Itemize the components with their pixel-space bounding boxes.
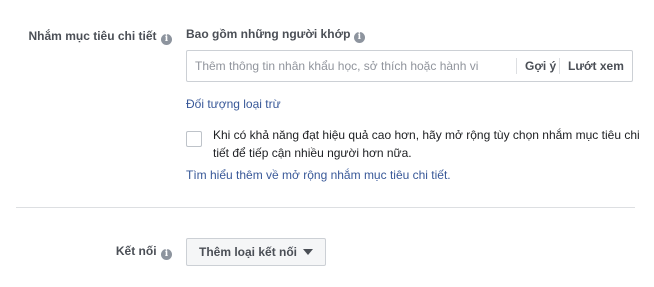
info-icon[interactable]: i: [353, 32, 365, 43]
learn-more-expansion-link[interactable]: Tìm hiểu thêm về mở rộng nhắm mục tiêu c…: [186, 168, 451, 182]
include-people-title-row: Bao gồm những người khớp i: [186, 27, 365, 43]
expand-targeting-text: Khi có khả năng đạt hiệu quả cao hơn, hã…: [213, 128, 640, 160]
caret-down-icon: [303, 249, 314, 255]
info-icon[interactable]: i: [161, 34, 172, 45]
info-icon[interactable]: i: [161, 249, 172, 260]
section-divider: [16, 207, 635, 208]
detailed-targeting-search-box: Gợi ý Lướt xem: [186, 50, 633, 82]
detailed-targeting-label-row: Nhắm mục tiêu chi tiết i: [0, 27, 172, 45]
connections-label: Kết nối: [115, 244, 157, 258]
add-connection-type-label: Thêm loại kết nối: [199, 245, 298, 259]
detailed-targeting-search-input[interactable]: [195, 51, 510, 81]
expand-targeting-checkbox[interactable]: [186, 131, 202, 147]
suggestions-button[interactable]: Gợi ý: [516, 58, 564, 74]
detailed-targeting-label: Nhắm mục tiêu chi tiết: [28, 29, 157, 43]
connections-label-row: Kết nối i: [0, 242, 172, 260]
exclude-people-link[interactable]: Đối tượng loại trừ: [186, 97, 281, 111]
browse-button[interactable]: Lướt xem: [559, 58, 632, 74]
include-people-title: Bao gồm những người khớp: [186, 27, 351, 41]
add-connection-type-button[interactable]: Thêm loại kết nối: [186, 238, 327, 266]
